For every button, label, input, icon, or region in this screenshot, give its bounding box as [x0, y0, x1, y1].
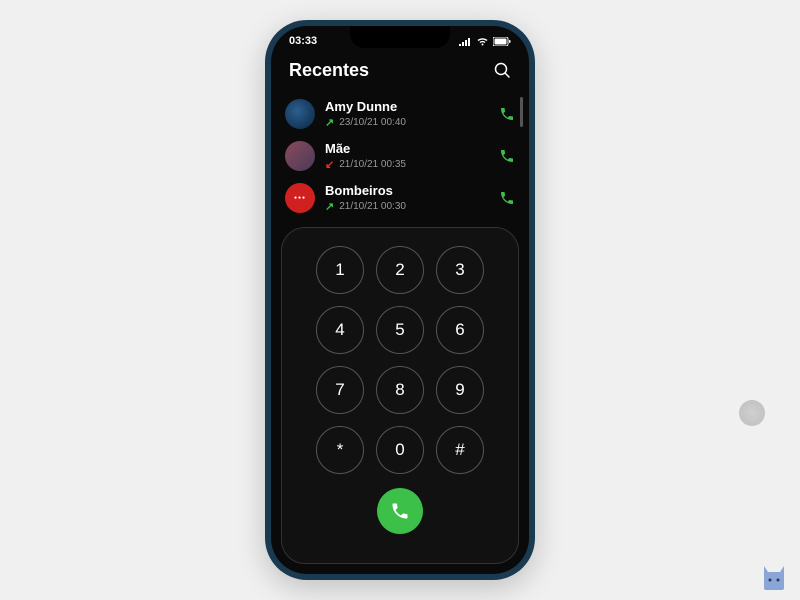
call-name: Amy Dunne: [325, 99, 489, 114]
call-row[interactable]: Mãe ↙ 21/10/21 00:35: [285, 135, 515, 177]
header: Recentes: [271, 52, 529, 93]
call-timestamp: 23/10/21 00:40: [339, 117, 406, 128]
call-info: Amy Dunne ↗ 23/10/21 00:40: [325, 99, 489, 129]
dial-key-hash[interactable]: #: [436, 426, 484, 474]
scrollbar[interactable]: [520, 97, 523, 127]
call-timestamp: 21/10/21 00:30: [339, 201, 406, 212]
dial-grid: 1 2 3 4 5 6 7 8 9 * 0 #: [316, 246, 484, 474]
dial-key-2[interactable]: 2: [376, 246, 424, 294]
screen: 03:33 Recentes Amy Dunne ↗ 23/10/21 00:4…: [271, 26, 529, 574]
battery-icon: [493, 37, 511, 46]
search-icon[interactable]: [494, 62, 511, 79]
dial-key-8[interactable]: 8: [376, 366, 424, 414]
call-button[interactable]: [377, 488, 423, 534]
mascot-icon: [760, 562, 788, 592]
missed-arrow-icon: ↙: [325, 158, 334, 171]
status-icons: [459, 37, 511, 46]
avatar: [285, 99, 315, 129]
signal-icon: [459, 37, 472, 46]
phone-frame: 03:33 Recentes Amy Dunne ↗ 23/10/21 00:4…: [265, 20, 535, 580]
page-title: Recentes: [289, 60, 369, 81]
dial-key-4[interactable]: 4: [316, 306, 364, 354]
dial-key-3[interactable]: 3: [436, 246, 484, 294]
phone-icon[interactable]: [499, 148, 515, 164]
call-info: Mãe ↙ 21/10/21 00:35: [325, 141, 489, 171]
dial-key-star[interactable]: *: [316, 426, 364, 474]
call-row[interactable]: Bombeiros ↗ 21/10/21 00:30: [285, 177, 515, 219]
dial-key-5[interactable]: 5: [376, 306, 424, 354]
outgoing-arrow-icon: ↗: [325, 116, 334, 129]
outgoing-arrow-icon: ↗: [325, 200, 334, 213]
call-row[interactable]: Amy Dunne ↗ 23/10/21 00:40: [285, 93, 515, 135]
call-name: Mãe: [325, 141, 489, 156]
dial-key-0[interactable]: 0: [376, 426, 424, 474]
dial-key-1[interactable]: 1: [316, 246, 364, 294]
call-timestamp: 21/10/21 00:35: [339, 159, 406, 170]
phone-icon[interactable]: [499, 190, 515, 206]
dial-key-6[interactable]: 6: [436, 306, 484, 354]
dial-key-9[interactable]: 9: [436, 366, 484, 414]
phone-icon[interactable]: [499, 106, 515, 122]
call-info: Bombeiros ↗ 21/10/21 00:30: [325, 183, 489, 213]
status-time: 03:33: [289, 35, 317, 47]
recent-calls-list: Amy Dunne ↗ 23/10/21 00:40 Mãe ↙ 21/10/2…: [271, 93, 529, 219]
call-name: Bombeiros: [325, 183, 489, 198]
fingerprint-indicator: [739, 400, 765, 426]
avatar: [285, 141, 315, 171]
dial-key-7[interactable]: 7: [316, 366, 364, 414]
phone-icon: [390, 501, 410, 521]
notch: [350, 26, 450, 48]
avatar: [285, 183, 315, 213]
dialpad: 1 2 3 4 5 6 7 8 9 * 0 #: [281, 227, 519, 564]
wifi-icon: [476, 37, 489, 46]
